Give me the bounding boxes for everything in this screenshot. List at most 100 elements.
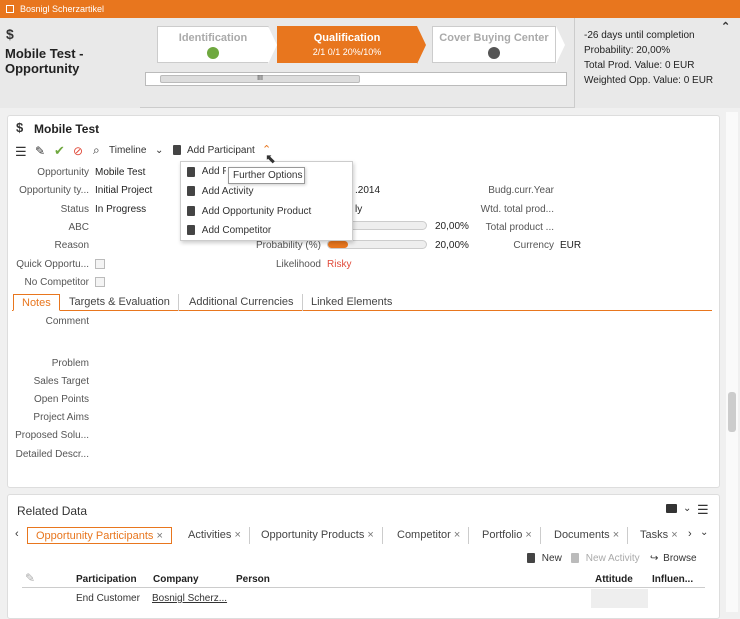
scroll-thumb[interactable]: III — [160, 75, 360, 83]
menu-item-label: Add Competitor — [201, 225, 272, 236]
cell-attitude — [591, 589, 648, 608]
column-company[interactable]: Company — [153, 574, 199, 585]
menu-icon[interactable]: ☰ — [15, 144, 27, 160]
add-participant-button[interactable]: Add Participant — [187, 145, 255, 156]
info-line: Weighted Opp. Value: 0 EUR — [584, 75, 714, 86]
detail-title: Mobile Test — [34, 122, 100, 136]
menu-item-add-competitor[interactable]: Add Competitor — [187, 225, 271, 236]
cancel-icon[interactable]: ⊘ — [73, 144, 83, 158]
cursor-icon: ⬉ — [265, 151, 276, 166]
menu-item-label: Add Opportunity Product — [201, 206, 312, 217]
value-currency[interactable]: EUR — [560, 240, 581, 251]
tab-portfolio[interactable]: Portfolio × — [474, 527, 541, 544]
tab-notes[interactable]: Notes — [13, 294, 60, 311]
window-title-bar: Bosnigl Scherzartikel — [0, 0, 740, 18]
close-icon[interactable]: × — [671, 529, 677, 541]
tab-targets-evaluation[interactable]: Targets & Evaluation — [61, 294, 179, 311]
label-opportunity-type: Opportunity ty... — [19, 185, 89, 196]
browse-icon: ↪ — [650, 553, 659, 564]
phase-identification[interactable]: Identification — [157, 26, 269, 63]
phase-scrollbar[interactable]: III — [145, 72, 567, 86]
phase-cover-buying-center[interactable]: Cover Buying Center — [432, 26, 556, 63]
close-icon[interactable]: × — [525, 529, 531, 541]
collapse-icon[interactable]: ⌃ — [721, 20, 730, 33]
menu-icon[interactable]: ☰ — [697, 502, 709, 518]
label-total-product: Total product ... — [485, 222, 554, 233]
tab-label: Tasks — [640, 529, 669, 541]
tab-linked-elements[interactable]: Linked Elements — [303, 294, 400, 311]
tab-documents[interactable]: Documents × — [546, 527, 629, 544]
new-activity-button[interactable]: New Activity — [571, 553, 640, 564]
cell-participation: End Customer — [76, 593, 140, 604]
phase-arrow — [268, 26, 277, 64]
new-button[interactable]: New — [527, 553, 562, 564]
window-title: Bosnigl Scherzartikel — [20, 4, 105, 14]
tabs-scroll-right-icon[interactable]: › — [688, 528, 692, 540]
column-attitude[interactable]: Attitude — [595, 574, 633, 585]
chevron-down-icon[interactable]: ⌄ — [683, 503, 691, 514]
info-line: Probability: 20,00% — [584, 45, 671, 56]
timeline-button[interactable]: Timeline — [109, 145, 146, 156]
tab-label: Opportunity Products — [261, 529, 365, 541]
cell-company-link[interactable]: Bosnigl Scherz... — [152, 593, 227, 604]
flag-icon — [207, 47, 219, 59]
label-open-points: Open Points — [33, 394, 89, 405]
progress-bar-1-value: 20,00% — [435, 221, 469, 232]
menu-item-add-participant[interactable]: Add Participant — [187, 166, 226, 177]
close-icon[interactable]: × — [367, 529, 373, 541]
close-icon[interactable]: × — [156, 530, 162, 542]
column-participation[interactable]: Participation — [76, 574, 137, 585]
value-opportunity-type[interactable]: Initial Project — [95, 185, 152, 196]
value-date-fragment[interactable]: .2014 — [355, 185, 380, 196]
value-likelihood[interactable]: Risky — [327, 259, 351, 270]
column-influence[interactable]: Influen... — [652, 574, 693, 585]
tab-tasks[interactable]: Tasks × — [632, 527, 686, 544]
check-icon[interactable]: ✔ — [54, 143, 65, 159]
phase-label: Qualification — [313, 32, 381, 44]
phase-qualification[interactable]: Qualification 2/1 0/1 20%/10% — [277, 26, 417, 63]
folder-icon[interactable] — [666, 504, 677, 513]
close-icon[interactable]: × — [454, 529, 460, 541]
pencil-icon[interactable]: ✎ — [35, 144, 45, 158]
tab-opportunity-products[interactable]: Opportunity Products × — [253, 527, 383, 544]
tab-label: Competitor — [397, 529, 451, 541]
label-detailed-description: Detailed Descr... — [15, 449, 89, 460]
tab-label: Portfolio — [482, 529, 523, 541]
close-icon[interactable]: × — [613, 529, 619, 541]
column-person[interactable]: Person — [236, 574, 270, 585]
browse-label: Browse — [663, 553, 697, 564]
tabs-scroll-left-icon[interactable]: ‹ — [15, 528, 19, 540]
chevron-down-icon[interactable]: ⌄ — [700, 527, 708, 538]
phase-arrow-active — [417, 26, 426, 64]
document-icon — [187, 225, 195, 236]
tab-activities[interactable]: Activities × — [180, 527, 250, 544]
value-status[interactable]: In Progress — [95, 204, 146, 215]
tab-label: Documents — [554, 529, 610, 541]
record-header: $ Mobile Test - Opportunity — [0, 18, 140, 108]
chevron-down-icon[interactable]: ⌄ — [155, 145, 163, 156]
timeline-icon: ⌕ — [93, 143, 100, 157]
no-competitor-checkbox[interactable] — [95, 277, 105, 287]
menu-item-add-activity[interactable]: Add Activity — [187, 186, 253, 197]
label-budg-curr-year: Budg.curr.Year — [488, 185, 554, 196]
tooltip: Further Options — [228, 167, 305, 184]
progress-fill — [328, 241, 348, 248]
value-ly-fragment[interactable]: ly — [355, 204, 362, 215]
value-opportunity[interactable]: Mobile Test — [95, 167, 145, 178]
browse-button[interactable]: ↪ Browse — [650, 553, 697, 564]
label-opportunity: Opportunity — [37, 167, 89, 178]
quick-opportunity-checkbox[interactable] — [95, 259, 105, 269]
tab-opportunity-participants[interactable]: Opportunity Participants × — [27, 527, 172, 544]
tab-additional-currencies[interactable]: Additional Currencies — [181, 294, 303, 311]
dollar-icon: $ — [16, 120, 24, 135]
vertical-scrollbar[interactable] — [726, 112, 738, 612]
app-grid-icon — [6, 5, 14, 13]
scroll-thumb[interactable] — [728, 392, 736, 432]
related-data-title: Related Data — [17, 504, 88, 518]
label-abc: ABC — [68, 222, 89, 233]
menu-item-add-opportunity-product[interactable]: Add Opportunity Product — [187, 206, 311, 217]
tab-competitor[interactable]: Competitor × — [389, 527, 470, 544]
close-icon[interactable]: × — [234, 529, 240, 541]
table-row[interactable]: End Customer Bosnigl Scherz... — [22, 589, 705, 609]
label-comment: Comment — [45, 316, 89, 327]
